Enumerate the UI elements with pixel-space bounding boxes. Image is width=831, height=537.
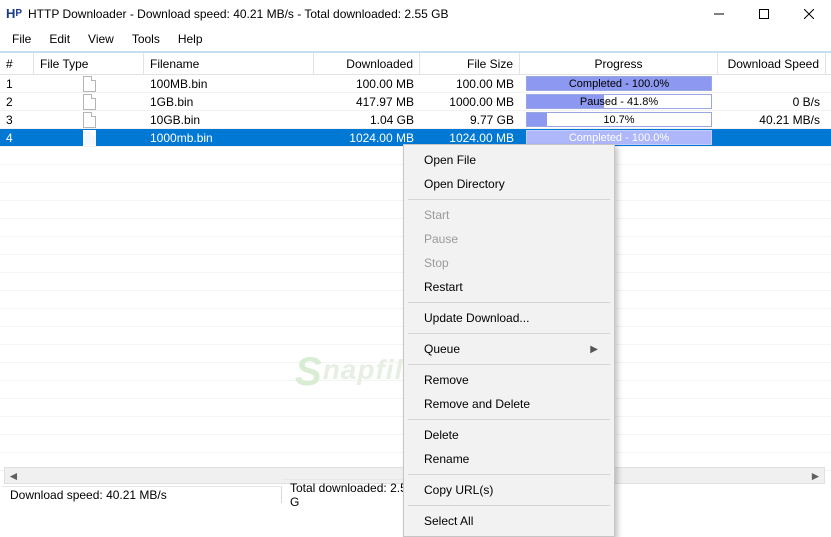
menu-edit[interactable]: Edit: [41, 30, 78, 48]
cm-open-directory[interactable]: Open Directory: [406, 172, 612, 196]
cell-filetype: [34, 129, 144, 146]
table-row[interactable]: 3 10GB.bin1.04 GB9.77 GB 10.7% 40.21 MB/s: [0, 111, 831, 129]
app-icon: HP: [6, 6, 22, 22]
menu-file[interactable]: File: [4, 30, 39, 48]
cm-restart[interactable]: Restart: [406, 275, 612, 299]
cell-filesize: 1000.00 MB: [420, 93, 520, 110]
col-filesize[interactable]: File Size: [420, 53, 520, 74]
cell-num: 4: [0, 129, 34, 146]
col-filename[interactable]: Filename: [144, 53, 314, 74]
cell-progress: Paused - 41.8%: [520, 93, 718, 110]
cell-filetype: [34, 75, 144, 92]
file-icon: [83, 94, 96, 110]
table-row[interactable]: 2 1GB.bin417.97 MB1000.00 MB Paused - 41.8…: [0, 93, 831, 111]
menu-help[interactable]: Help: [170, 30, 211, 48]
cm-open-file[interactable]: Open File: [406, 148, 612, 172]
cm-queue[interactable]: Queue▶: [406, 337, 612, 361]
chevron-right-icon: ▶: [590, 344, 598, 355]
window-title: HTTP Downloader - Download speed: 40.21 …: [28, 7, 448, 21]
cell-num: 1: [0, 75, 34, 92]
cm-select-all[interactable]: Select All: [406, 509, 612, 533]
minimize-button[interactable]: [696, 0, 741, 28]
cell-speed: [718, 75, 826, 92]
close-button[interactable]: [786, 0, 831, 28]
cell-downloaded: 1.04 GB: [314, 111, 420, 128]
cm-separator: [408, 474, 610, 475]
cm-rename[interactable]: Rename: [406, 447, 612, 471]
cell-downloaded: 417.97 MB: [314, 93, 420, 110]
cm-separator: [408, 505, 610, 506]
titlebar: HP HTTP Downloader - Download speed: 40.…: [0, 0, 831, 28]
cell-filename: 10GB.bin: [144, 111, 314, 128]
cm-remove-delete[interactable]: Remove and Delete: [406, 392, 612, 416]
cell-filesize: 100.00 MB: [420, 75, 520, 92]
cell-progress: Completed - 100.0%: [520, 75, 718, 92]
file-icon: [83, 130, 96, 146]
col-progress[interactable]: Progress: [520, 53, 718, 74]
cell-progress: 10.7%: [520, 111, 718, 128]
cell-speed: [718, 129, 826, 146]
progress-bar: 10.7%: [526, 112, 712, 127]
scroll-right-icon[interactable]: ►: [807, 468, 824, 483]
cm-separator: [408, 302, 610, 303]
cm-separator: [408, 419, 610, 420]
menu-view[interactable]: View: [80, 30, 122, 48]
cm-separator: [408, 333, 610, 334]
maximize-button[interactable]: [741, 0, 786, 28]
cell-num: 2: [0, 93, 34, 110]
cell-filename: 100MB.bin: [144, 75, 314, 92]
cell-speed: 40.21 MB/s: [718, 111, 826, 128]
cm-remove[interactable]: Remove: [406, 368, 612, 392]
cell-num: 3: [0, 111, 34, 128]
table-row[interactable]: 1100MB.bin100.00 MB100.00 MBCompleted - …: [0, 75, 831, 93]
cell-filesize: 9.77 GB: [420, 111, 520, 128]
cm-start[interactable]: Start: [406, 203, 612, 227]
cm-update-download[interactable]: Update Download...: [406, 306, 612, 330]
menubar: File Edit View Tools Help: [0, 28, 831, 53]
col-speed[interactable]: Download Speed: [718, 53, 826, 74]
cell-filetype: [34, 111, 144, 128]
cm-separator: [408, 364, 610, 365]
cm-pause[interactable]: Pause: [406, 227, 612, 251]
cell-filename: 1GB.bin: [144, 93, 314, 110]
context-menu: Open File Open Directory Start Pause Sto…: [403, 144, 615, 537]
progress-bar: Completed - 100.0%: [526, 130, 712, 145]
cell-downloaded: 100.00 MB: [314, 75, 420, 92]
cm-stop[interactable]: Stop: [406, 251, 612, 275]
status-speed: Download speed: 40.21 MB/s: [2, 486, 282, 503]
col-num[interactable]: #: [0, 53, 34, 74]
column-headers: # File Type Filename Downloaded File Siz…: [0, 53, 831, 75]
cm-delete[interactable]: Delete: [406, 423, 612, 447]
col-filetype[interactable]: File Type: [34, 53, 144, 74]
progress-bar: Completed - 100.0%: [526, 76, 712, 91]
cell-filename: 1000mb.bin: [144, 129, 314, 146]
menu-tools[interactable]: Tools: [124, 30, 168, 48]
cm-copy-urls[interactable]: Copy URL(s): [406, 478, 612, 502]
scroll-left-icon[interactable]: ◄: [5, 468, 22, 483]
progress-bar: Paused - 41.8%: [526, 94, 712, 109]
file-icon: [83, 112, 96, 128]
file-icon: [83, 76, 96, 92]
cell-speed: 0 B/s: [718, 93, 826, 110]
cell-filetype: [34, 93, 144, 110]
cm-separator: [408, 199, 610, 200]
col-downloaded[interactable]: Downloaded: [314, 53, 420, 74]
